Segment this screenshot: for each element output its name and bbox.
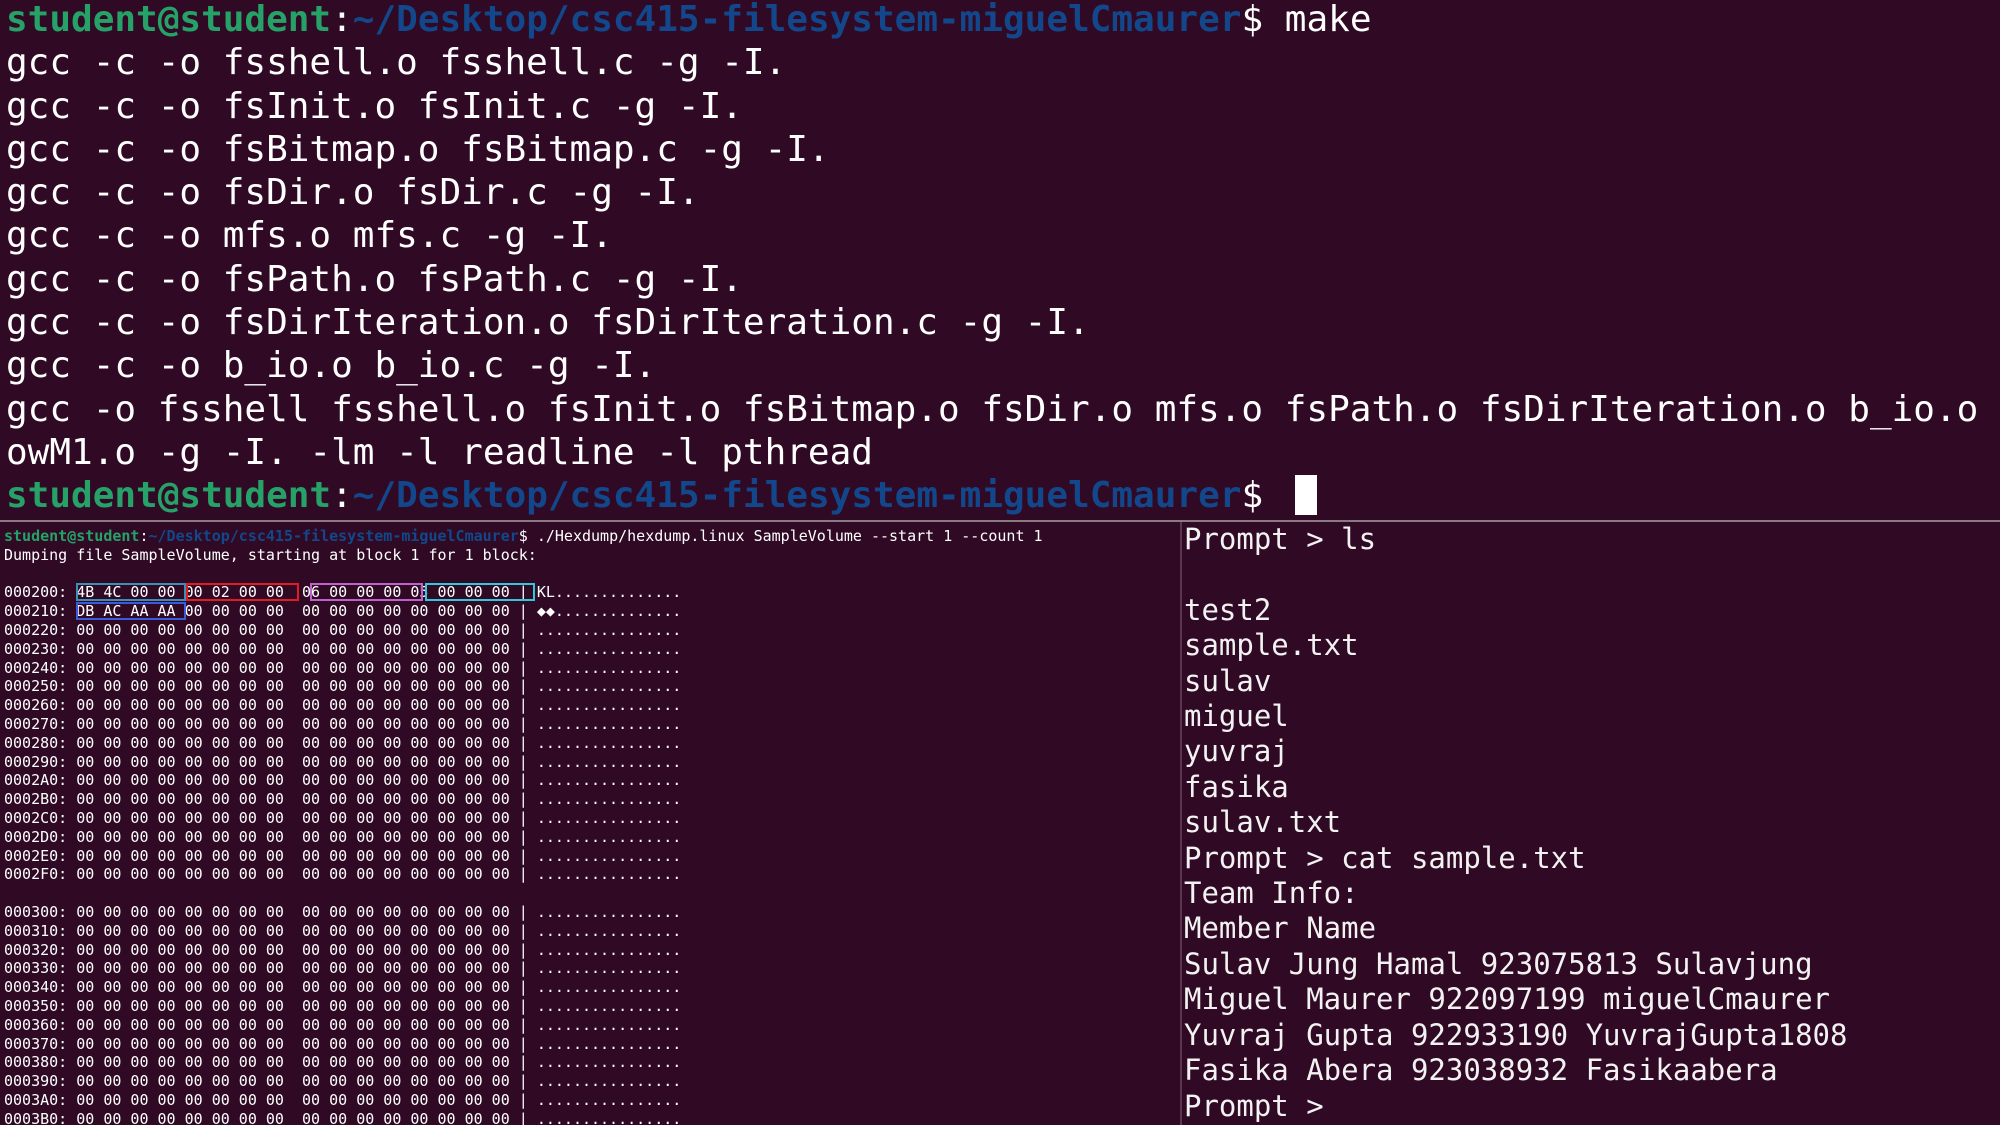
hexdump-row: 000380: 00 00 00 00 00 00 00 00 00 00 00…: [4, 1053, 682, 1072]
hexdump-row: 0002A0: 00 00 00 00 00 00 00 00 00 00 00…: [4, 771, 682, 790]
shell-line: test2: [1184, 592, 1272, 627]
highlight-box-field-4: [425, 583, 535, 601]
terminal-pane-fsshell[interactable]: Prompt > ls test2 sample.txt sulav miguel yu…: [1184, 522, 2000, 1125]
command-line: student@student:~/Desktop/csc415-filesys…: [0, 0, 2000, 41]
hexdump-row: 000280: 00 00 00 00 00 00 00 00 00 00 00…: [4, 733, 682, 752]
hexdump-row: 000300: 00 00 00 00 00 00 00 00 00 00 00…: [4, 902, 682, 921]
prompt-separator: :: [331, 0, 353, 40]
prompt-path: ~/Desktop/csc415-filesystem-miguelCmaure…: [352, 0, 1242, 40]
shell-line: Yuvraj Gupta 922933190 YuvrajGupta1808: [1184, 1017, 1848, 1052]
hexdump-row: 000370: 00 00 00 00 00 00 00 00 00 00 00…: [4, 1034, 682, 1053]
prompt-dollar: $: [1241, 475, 1285, 517]
output-line: gcc -c -o mfs.o mfs.c -g -I.: [6, 215, 613, 257]
output-line: gcc -c -o fsPath.o fsPath.c -g -I.: [6, 258, 743, 300]
prompt-path: ~/Desktop/csc415-filesystem-miguelCmaure…: [352, 475, 1242, 517]
shell-line: sulav: [1184, 663, 1272, 698]
hexdump-row: 000330: 00 00 00 00 00 00 00 00 00 00 00…: [4, 959, 682, 978]
hexdump-rows-block: 000300: 00 00 00 00 00 00 00 00 00 00 00…: [0, 903, 1180, 1125]
highlight-box-magic: [76, 583, 186, 601]
prompt-separator: :: [331, 475, 353, 517]
shell-line: yuvraj: [1184, 734, 1289, 769]
hexdump-row: 000340: 00 00 00 00 00 00 00 00 00 00 00…: [4, 978, 682, 997]
prompt-user: student@student: [4, 527, 140, 545]
output-line: owM1.o -g -I. -lm -l readline -l pthread: [6, 431, 873, 473]
hexdump-row: 0002D0: 00 00 00 00 00 00 00 00 00 00 00…: [4, 827, 682, 846]
fsshell-output: Prompt > ls test2 sample.txt sulav miguel yu…: [1184, 522, 2000, 1124]
text-cursor: [1294, 475, 1317, 516]
prompt-dollar: $: [1241, 0, 1285, 40]
shell-line: Prompt >: [1184, 1088, 1342, 1123]
hexdump-row: 000290: 00 00 00 00 00 00 00 00 00 00 00…: [4, 752, 682, 771]
hexdump-row: 0002B0: 00 00 00 00 00 00 00 00 00 00 00…: [4, 790, 682, 809]
command-text: ./Hexdump/hexdump.linux SampleVolume --s…: [536, 527, 1043, 545]
shell-line: Sulav Jung Hamal 923075813 Sulavjung: [1184, 946, 1813, 981]
shell-line: Fasika Abera 923038932 Fasikaabera: [1184, 1053, 1778, 1088]
shell-line: Miguel Maurer 922097199 miguelCmaurer: [1184, 982, 1831, 1017]
hexdump-row: 000390: 00 00 00 00 00 00 00 00 00 00 00…: [4, 1072, 682, 1091]
output-line: gcc -o fsshell fsshell.o fsInit.o fsBitm…: [6, 388, 2000, 430]
prompt-dollar: $: [518, 527, 537, 545]
hexdump-row: 0003B0: 00 00 00 00 00 00 00 00 00 00 00…: [4, 1109, 682, 1125]
shell-line: sulav.txt: [1184, 805, 1342, 840]
output-line: gcc -c -o fsDirIteration.o fsDirIteratio…: [6, 302, 1090, 344]
pane-divider-vertical[interactable]: [1180, 522, 1182, 1125]
prompt-user: student@student: [6, 0, 332, 40]
shell-line: Prompt > ls: [1184, 522, 1377, 556]
hexdump-row: 000250: 00 00 00 00 00 00 00 00 00 00 00…: [4, 677, 682, 696]
hexdump-info: Dumping file SampleVolume, starting at b…: [4, 545, 537, 564]
output-line: gcc -c -o b_io.o b_io.c -g -I.: [6, 345, 657, 387]
terminal-pane-build[interactable]: student@student:~/Desktop/csc415-filesys…: [0, 0, 2000, 520]
hexdump-row: 0002F0: 00 00 00 00 00 00 00 00 00 00 00…: [4, 865, 682, 884]
terminal-pane-hexdump[interactable]: student@student:~/Desktop/csc415-filesys…: [0, 522, 1180, 1125]
hexdump-rows-block: 000200: 4B 4C 00 00 00 02 00 00 06 00 00…: [0, 583, 1180, 884]
shell-line: fasika: [1184, 769, 1289, 804]
highlight-box-signature: [76, 602, 186, 620]
hexdump-row: 000270: 00 00 00 00 00 00 00 00 00 00 00…: [4, 714, 682, 733]
shell-line: Member Name: [1184, 911, 1377, 946]
shell-line: Team Info:: [1184, 876, 1359, 911]
shell-line: sample.txt: [1184, 628, 1359, 663]
prompt-path: ~/Desktop/csc415-filesystem-miguelCmaure…: [148, 527, 519, 545]
highlight-box-block-size: [186, 583, 299, 601]
hexdump-row: 0002C0: 00 00 00 00 00 00 00 00 00 00 00…: [4, 808, 682, 827]
hexdump-row: 000230: 00 00 00 00 00 00 00 00 00 00 00…: [4, 639, 682, 658]
command-line: student@student:~/Desktop/csc415-filesys…: [0, 527, 1180, 546]
hexdump-row: 000260: 00 00 00 00 00 00 00 00 00 00 00…: [4, 696, 682, 715]
terminal-output: student@student:~/Desktop/csc415-filesys…: [0, 0, 2000, 518]
hexdump-row: 000310: 00 00 00 00 00 00 00 00 00 00 00…: [4, 921, 682, 940]
hexdump-row: 000350: 00 00 00 00 00 00 00 00 00 00 00…: [4, 996, 682, 1015]
prompt-separator: :: [139, 527, 149, 545]
output-line: gcc -c -o fsshell.o fsshell.c -g -I.: [6, 42, 787, 84]
active-prompt-line[interactable]: student@student:~/Desktop/csc415-filesys…: [0, 474, 2000, 517]
output-line: gcc -c -o fsBitmap.o fsBitmap.c -g -I.: [6, 128, 830, 170]
output-line: gcc -c -o fsInit.o fsInit.c -g -I.: [6, 85, 743, 127]
highlight-box-field-3: [310, 583, 423, 601]
shell-line: miguel: [1184, 699, 1289, 734]
output-line: gcc -c -o fsDir.o fsDir.c -g -I.: [6, 172, 700, 214]
prompt-user: student@student: [6, 475, 332, 517]
hexdump-row: 000320: 00 00 00 00 00 00 00 00 00 00 00…: [4, 940, 682, 959]
hexdump-row: 000360: 00 00 00 00 00 00 00 00 00 00 00…: [4, 1015, 682, 1034]
hexdump-row: 0002E0: 00 00 00 00 00 00 00 00 00 00 00…: [4, 846, 682, 865]
hexdump-row: 0003A0: 00 00 00 00 00 00 00 00 00 00 00…: [4, 1090, 682, 1109]
hexdump-row: 000240: 00 00 00 00 00 00 00 00 00 00 00…: [4, 658, 682, 677]
hexdump-row: 000220: 00 00 00 00 00 00 00 00 00 00 00…: [4, 620, 682, 639]
shell-line: Prompt > cat sample.txt: [1184, 840, 1586, 875]
shell-line: [1184, 557, 2000, 592]
command-text: make: [1284, 0, 1372, 40]
